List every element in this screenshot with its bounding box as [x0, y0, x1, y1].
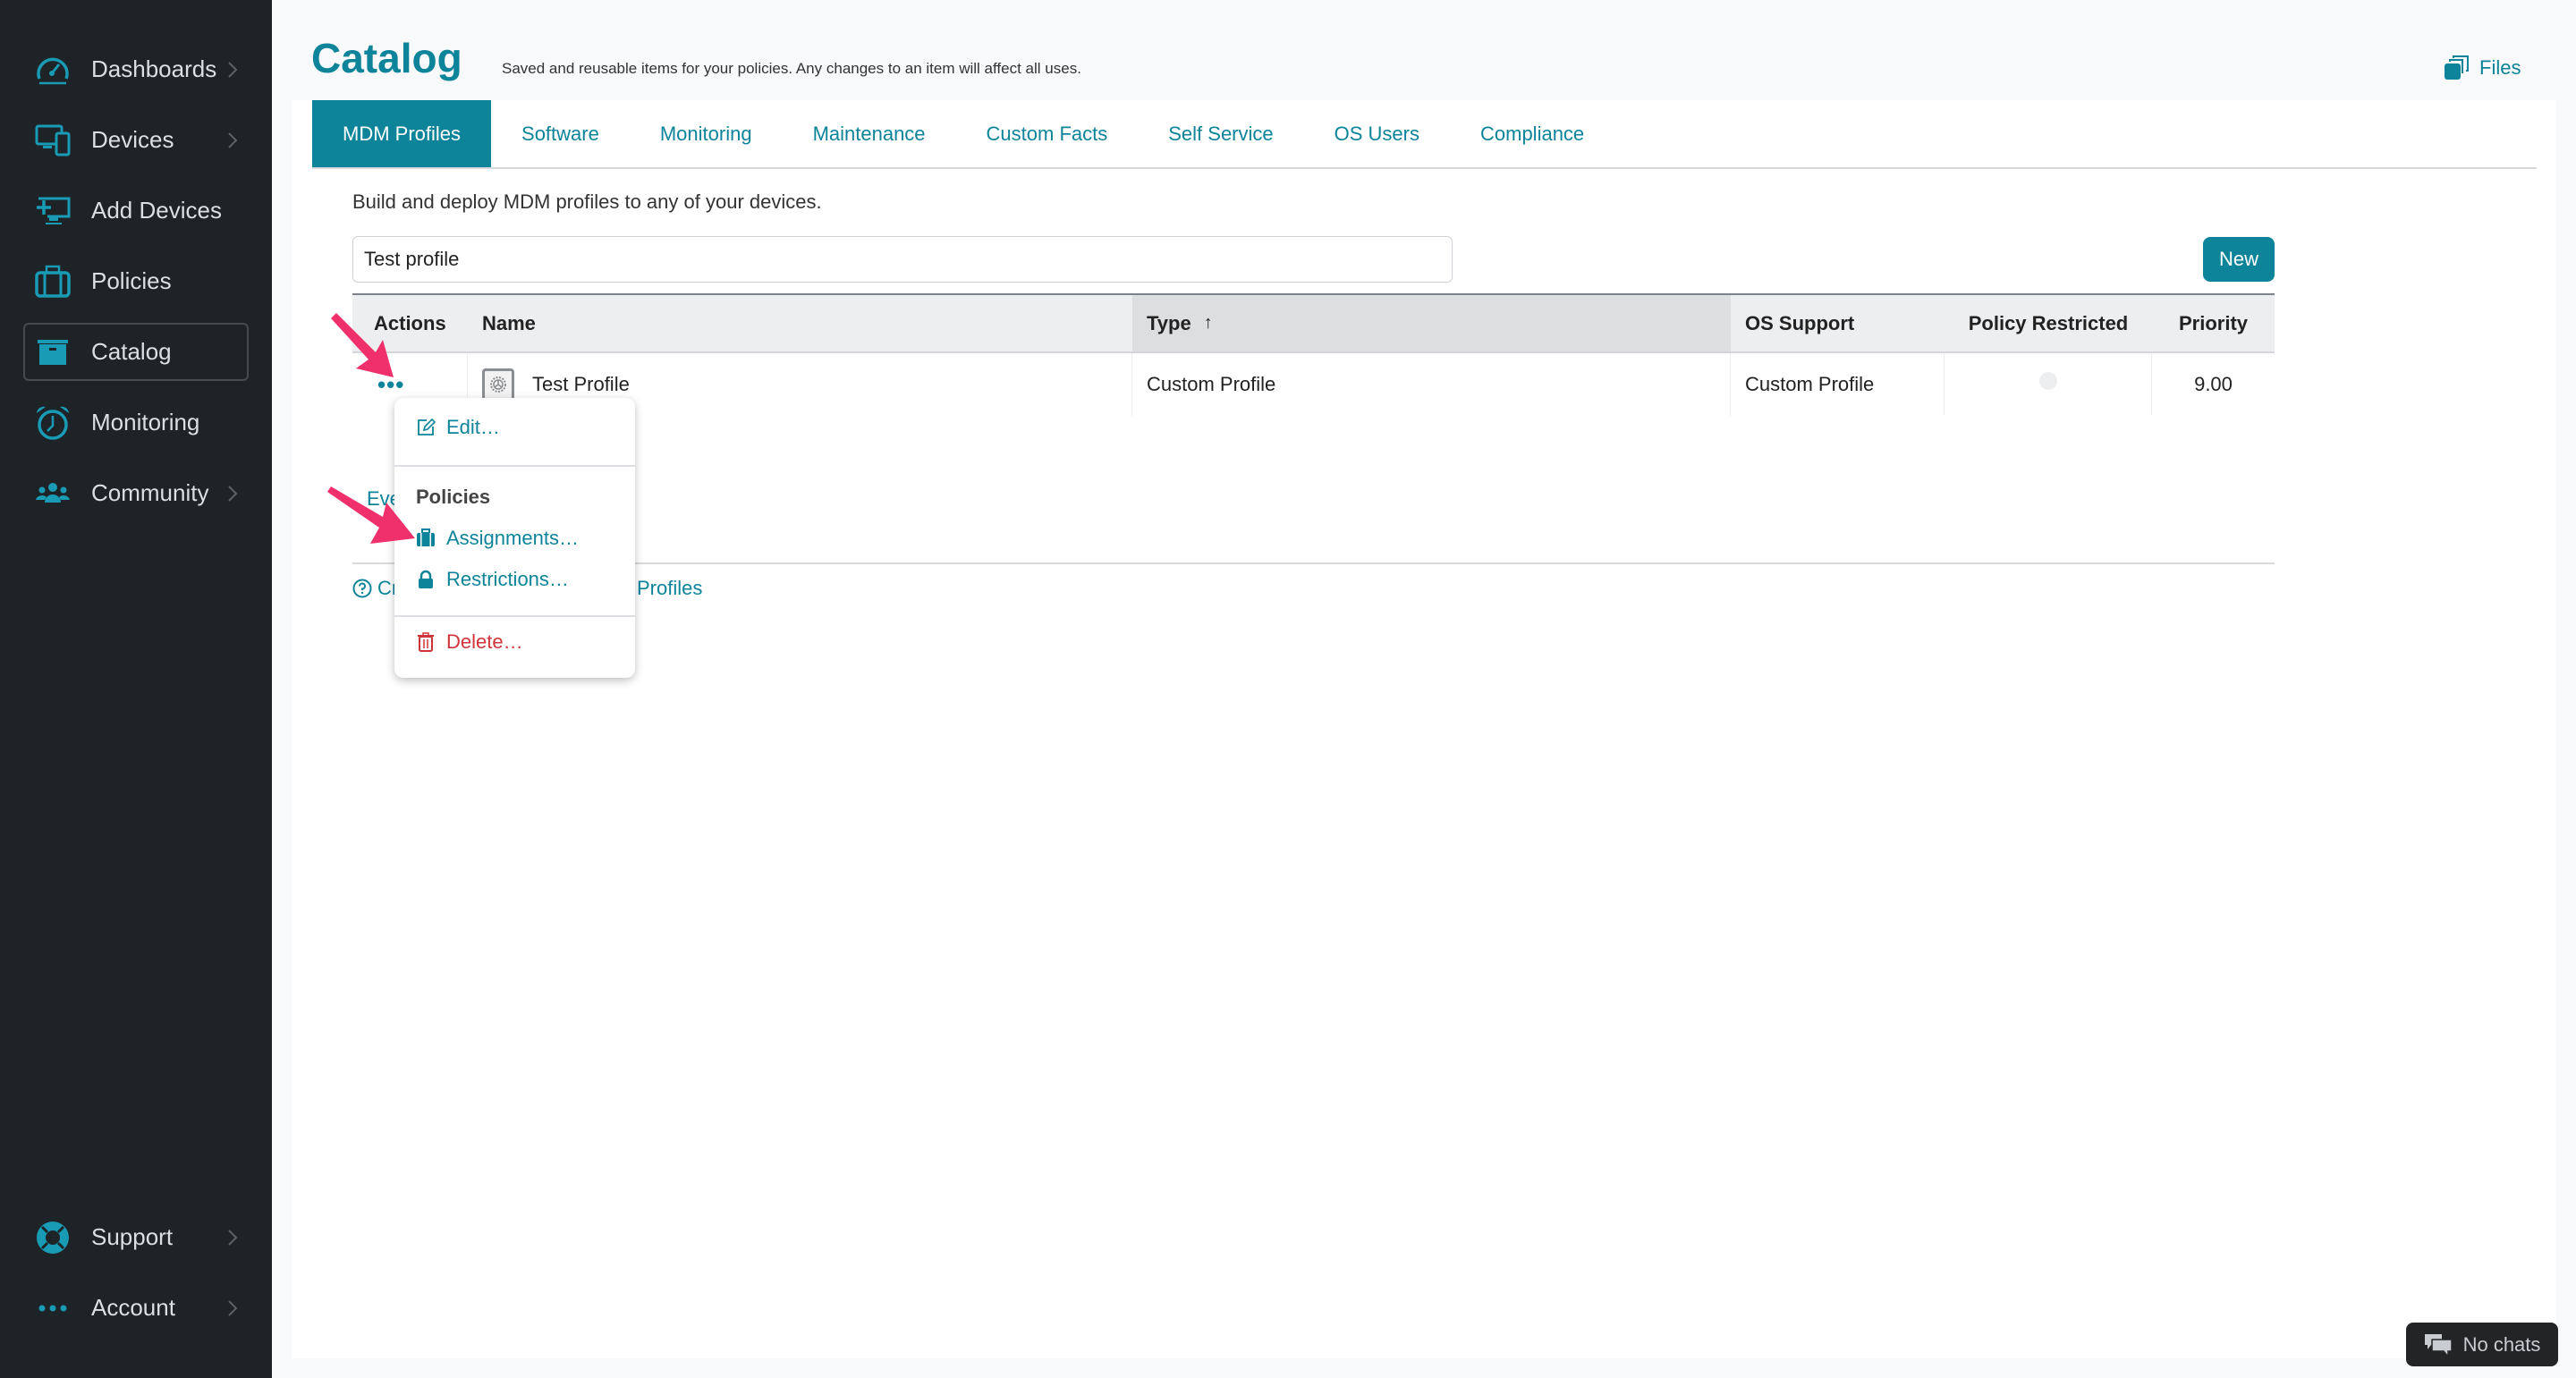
chevron-right-icon — [228, 1229, 238, 1246]
briefcase-icon — [34, 263, 72, 300]
column-header-type[interactable]: Type ↑ — [1132, 295, 1731, 351]
column-header-name[interactable]: Name — [468, 295, 1132, 351]
gauge-icon — [34, 51, 72, 89]
sidebar-item-dashboards[interactable]: Dashboards — [23, 40, 249, 98]
chevron-right-icon — [228, 485, 238, 502]
sidebar-item-label: Community — [91, 479, 209, 506]
archive-box-icon — [34, 334, 72, 371]
help-link-label-end[interactable]: Profiles — [637, 577, 702, 600]
help-link[interactable]: Cr — [352, 577, 398, 600]
menu-item-delete[interactable]: Delete… — [416, 630, 523, 654]
sidebar-item-catalog[interactable]: Catalog — [23, 323, 249, 381]
policy-restricted-cell — [1945, 353, 2152, 416]
page-title: Catalog — [311, 35, 462, 81]
sidebar-item-label: Dashboards — [91, 55, 217, 82]
menu-item-label: Delete… — [446, 630, 523, 653]
new-button[interactable]: New — [2203, 237, 2275, 282]
sidebar-item-community[interactable]: Community — [23, 464, 249, 522]
column-header-actions: Actions — [374, 311, 446, 334]
more-dots-icon — [34, 1289, 72, 1327]
menu-divider — [394, 615, 635, 617]
sidebar-item-label: Devices — [91, 126, 174, 153]
tab-mdm-profiles[interactable]: MDM Profiles — [312, 100, 492, 167]
briefcase-icon — [417, 528, 435, 546]
page-subtitle: Saved and reusable items for your polici… — [502, 60, 1081, 77]
table-header: Actions Name Type ↑ OS Support Policy Re… — [352, 293, 2275, 353]
settings-gear-icon — [482, 368, 514, 401]
table-row[interactable]: ••• Test Profile Custom Profile Custom P… — [352, 353, 2275, 416]
chat-status-label: No chats — [2462, 1332, 2541, 1356]
menu-item-label: Edit… — [446, 416, 500, 438]
menu-divider — [394, 465, 635, 467]
sidebar-item-monitoring[interactable]: Monitoring — [23, 393, 249, 452]
sidebar-item-label: Support — [91, 1223, 174, 1250]
sidebar-item-label: Catalog — [91, 338, 172, 365]
sidebar-item-policies[interactable]: Policies — [23, 252, 249, 310]
tab-maintenance[interactable]: Maintenance — [783, 100, 956, 167]
lock-icon — [419, 570, 433, 588]
menu-item-restrictions[interactable]: Restrictions… — [416, 568, 569, 591]
users-icon — [34, 475, 72, 512]
tab-monitoring[interactable]: Monitoring — [630, 100, 783, 167]
column-header-type-label: Type — [1147, 311, 1191, 334]
column-header-os-support[interactable]: OS Support — [1731, 295, 1945, 351]
sidebar: Dashboards Devices Add Devices Policies … — [0, 0, 272, 1378]
chevron-right-icon — [228, 131, 238, 148]
menu-section-heading: Policies — [416, 486, 491, 508]
sidebar-item-add-devices[interactable]: Add Devices — [23, 182, 249, 240]
column-header-policy-restricted[interactable]: Policy Restricted — [1945, 295, 2152, 351]
help-circle-icon — [352, 579, 372, 598]
sidebar-item-devices[interactable]: Devices — [23, 111, 249, 169]
sidebar-item-label: Policies — [91, 267, 172, 294]
add-device-icon — [34, 192, 72, 230]
menu-item-assignments[interactable]: Assignments… — [416, 527, 579, 550]
sidebar-item-support[interactable]: Support — [23, 1208, 249, 1266]
profile-name[interactable]: Test Profile — [532, 373, 630, 396]
row-actions-button[interactable]: ••• — [377, 373, 404, 396]
chat-bubbles-icon — [2424, 1333, 2453, 1357]
sidebar-item-label: Monitoring — [91, 409, 200, 435]
tab-software[interactable]: Software — [491, 100, 630, 167]
edit-icon — [418, 418, 436, 435]
files-link[interactable]: Files — [2444, 55, 2521, 80]
divider — [352, 562, 2275, 564]
row-actions-menu: Edit… Policies Assignments… Restrictions… — [394, 398, 635, 678]
trash-icon — [418, 632, 434, 652]
priority-cell: 9.00 — [2194, 373, 2233, 395]
devices-icon — [34, 122, 72, 159]
sidebar-item-account[interactable]: Account — [23, 1279, 249, 1337]
tab-custom-facts[interactable]: Custom Facts — [956, 100, 1139, 167]
tab-compliance[interactable]: Compliance — [1450, 100, 1614, 167]
sidebar-item-label: Add Devices — [91, 197, 222, 224]
menu-item-label: Restrictions… — [446, 568, 569, 590]
content-card — [292, 100, 2556, 1358]
profiles-table: Actions Name Type ↑ OS Support Policy Re… — [352, 293, 2275, 416]
chevron-right-icon — [228, 61, 238, 78]
menu-item-edit[interactable]: Edit… — [416, 416, 500, 439]
sidebar-item-label: Account — [91, 1294, 175, 1321]
type-cell: Custom Profile — [1132, 353, 1731, 416]
alarm-clock-icon — [34, 404, 72, 442]
policy-restricted-indicator — [2038, 372, 2057, 390]
lifebuoy-icon — [34, 1219, 72, 1256]
files-stack-icon — [2445, 55, 2469, 80]
chat-widget[interactable]: No chats — [2406, 1323, 2558, 1366]
chevron-right-icon — [228, 1299, 238, 1316]
menu-item-label: Assignments… — [446, 527, 579, 549]
search-input[interactable] — [352, 236, 1453, 283]
section-description: Build and deploy MDM profiles to any of … — [352, 190, 822, 213]
sort-ascending-icon: ↑ — [1203, 313, 1213, 333]
os-support-cell: Custom Profile — [1731, 353, 1945, 416]
tab-self-service[interactable]: Self Service — [1138, 100, 1303, 167]
catalog-tabs: MDM Profiles Software Monitoring Mainten… — [312, 100, 2537, 169]
tab-os-users[interactable]: OS Users — [1304, 100, 1450, 167]
column-header-priority[interactable]: Priority — [2152, 295, 2275, 351]
files-label: Files — [2479, 56, 2521, 79]
